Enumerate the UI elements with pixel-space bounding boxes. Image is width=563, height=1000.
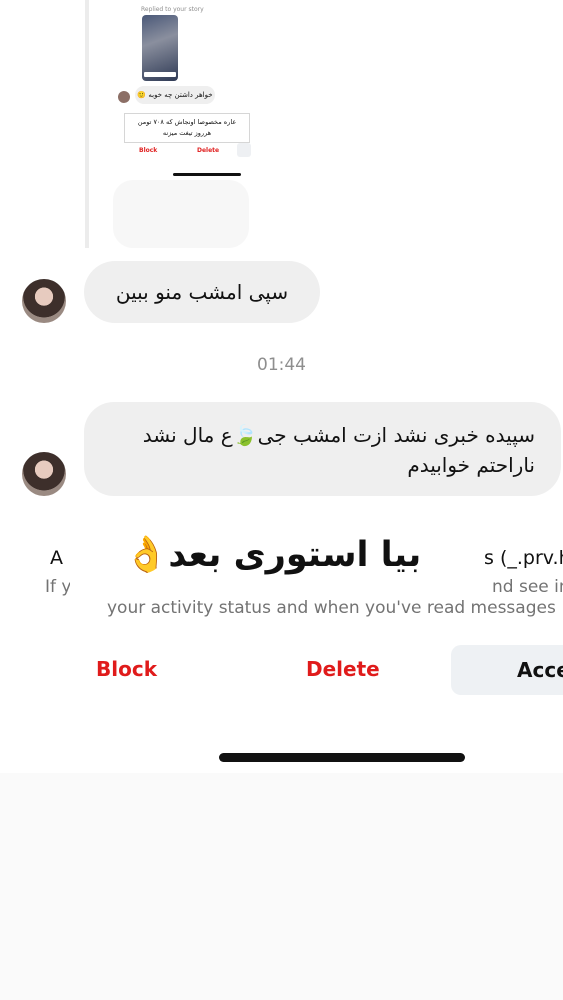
block-button[interactable]: Block bbox=[96, 657, 157, 681]
request-title: s (_.prv.ha bbox=[484, 547, 563, 569]
chat-screenshot: Replied to your story خواهر داشتن چه خوب… bbox=[0, 0, 563, 773]
request-description: nd see info bbox=[492, 577, 563, 597]
text-overlay: بیا استوری بعد👌 bbox=[88, 534, 458, 575]
accept-button[interactable] bbox=[237, 143, 251, 157]
story-reply-caption: Replied to your story bbox=[141, 6, 204, 13]
story-thumbnail[interactable] bbox=[142, 15, 178, 81]
message-card: عاره مخصوصا اونجاش که ۷۰۸ تومن هرروز تیغ… bbox=[124, 113, 250, 143]
timestamp: 01:44 bbox=[257, 355, 306, 375]
accept-button[interactable]: Acce bbox=[451, 645, 563, 695]
delete-button[interactable]: Delete bbox=[197, 147, 219, 154]
overlay-text: بیا استوری بعد bbox=[168, 535, 422, 575]
message-bubble: خواهر داشتن چه خوبه 🙂 bbox=[135, 86, 215, 104]
request-title: A bbox=[50, 547, 63, 569]
message-line: سپیده خبری نشد ازت امشب جی🍃ع مال نشد bbox=[142, 423, 535, 447]
message-bubble[interactable]: سپیده خبری نشد ازت امشب جی🍃ع مال نشد نار… bbox=[84, 402, 561, 496]
message-line: ناراحتم خوابیدم bbox=[407, 453, 535, 477]
ok-hand-icon: 👌 bbox=[124, 535, 169, 575]
block-button[interactable]: Block bbox=[139, 147, 157, 154]
avatar bbox=[118, 91, 130, 103]
request-description: your activity status and when you've rea… bbox=[107, 598, 556, 618]
message-card-line: هرروز تیغت میزنه bbox=[162, 129, 212, 137]
home-indicator bbox=[173, 173, 241, 176]
nested-screenshot: Replied to your story خواهر داشتن چه خوب… bbox=[85, 0, 259, 248]
avatar[interactable] bbox=[22, 452, 66, 496]
message-bubble[interactable]: سپی امشب منو ببین bbox=[84, 261, 320, 323]
home-indicator bbox=[219, 753, 465, 762]
delete-button[interactable]: Delete bbox=[306, 657, 380, 681]
faded-bubble bbox=[113, 180, 249, 248]
avatar[interactable] bbox=[22, 279, 66, 323]
message-card-line: عاره مخصوصا اونجاش که ۷۰۸ تومن bbox=[137, 118, 237, 126]
request-description: If y bbox=[45, 577, 72, 597]
